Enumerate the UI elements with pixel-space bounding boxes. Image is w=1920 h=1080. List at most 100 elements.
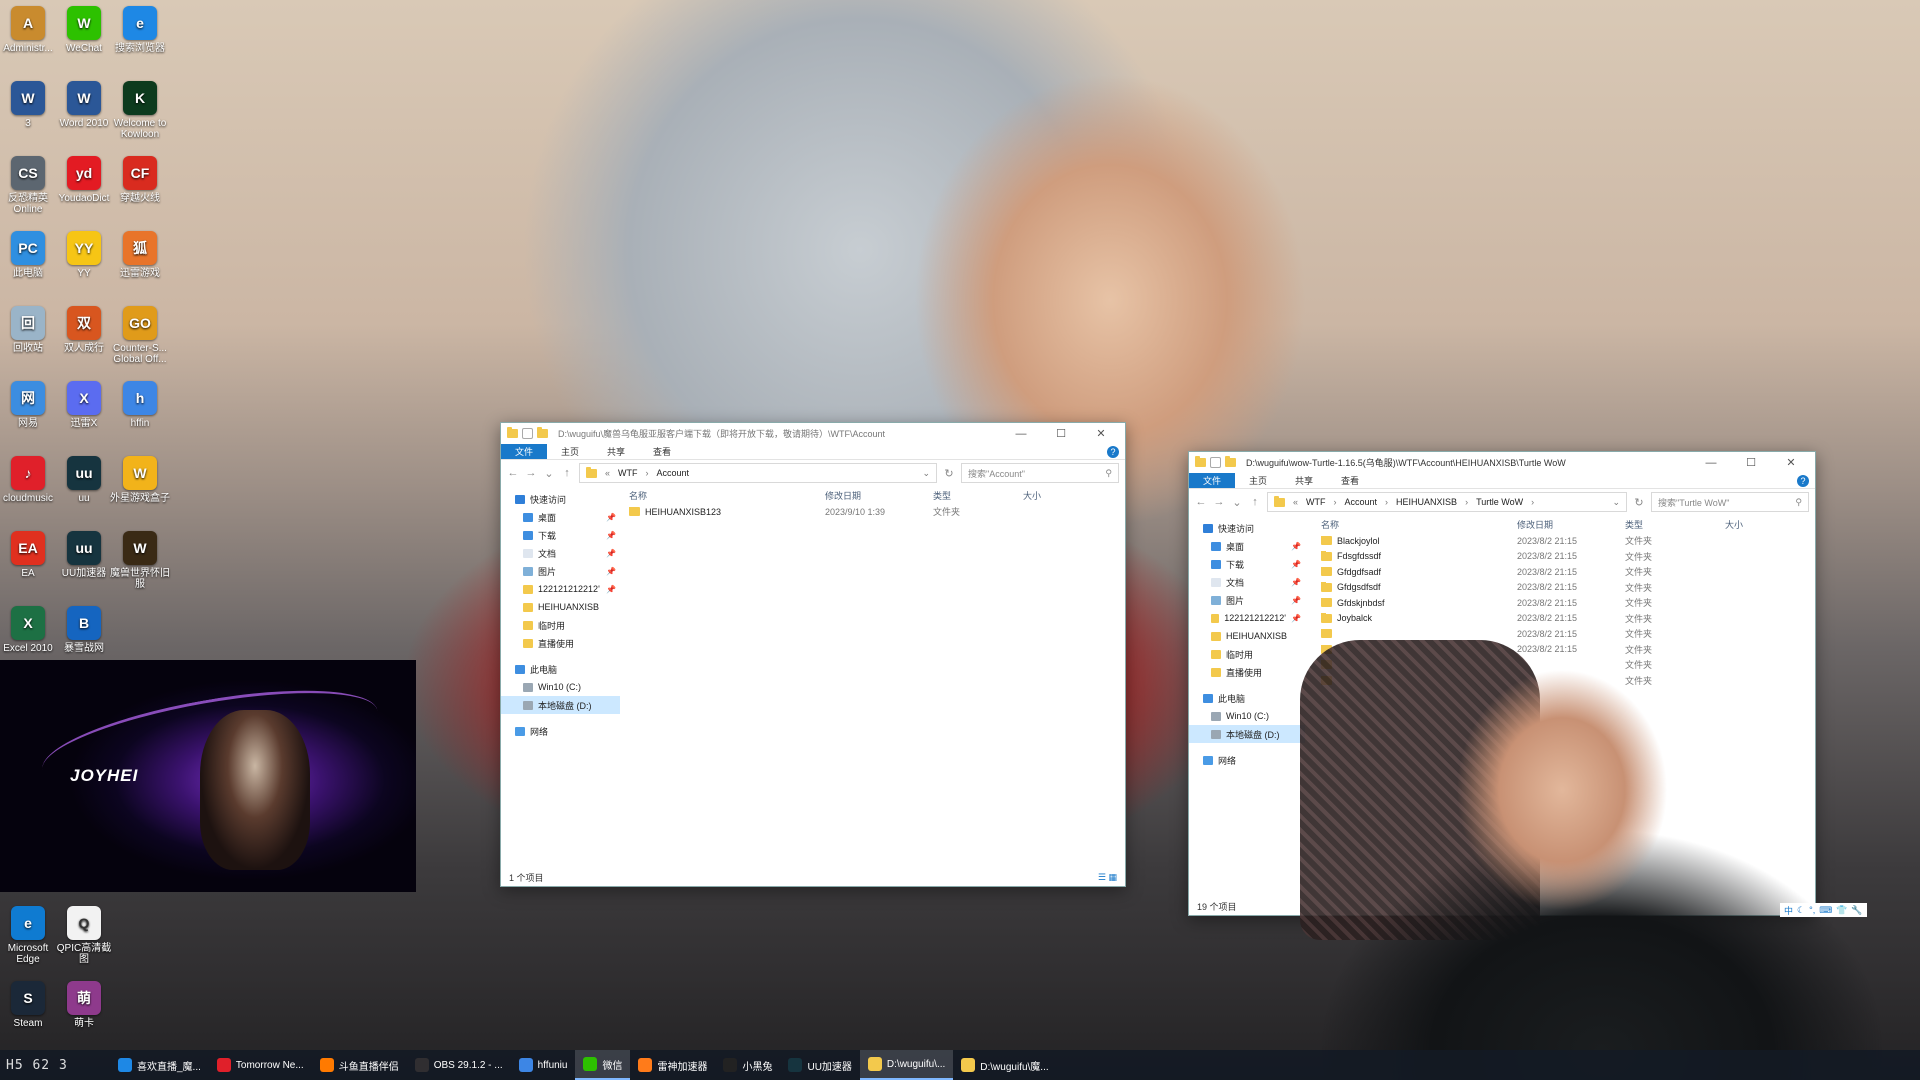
up-icon[interactable]: ↑	[561, 467, 573, 479]
breadcrumb-account[interactable]: Account	[657, 468, 690, 478]
desktop-icon-wechat[interactable]: W WeChat	[54, 2, 114, 54]
file-row[interactable]: HEIHUANXISB123 2023/9/10 1:39 文件夹	[629, 504, 1125, 520]
nav-network[interactable]: 网络	[501, 722, 620, 740]
breadcrumb-account[interactable]: Account	[1345, 497, 1378, 507]
taskbar-item-uu[interactable]: UU加速器	[780, 1050, 859, 1080]
nav-item-item[interactable]: 图片 📌	[501, 562, 620, 580]
tab-share[interactable]: 共享	[593, 444, 639, 459]
tab-view[interactable]: 查看	[1327, 473, 1373, 488]
help-icon[interactable]: ?	[1797, 475, 1809, 487]
tab-file[interactable]: 文件	[1189, 473, 1236, 488]
taskbar-item-item[interactable]: 小黑兔	[715, 1050, 780, 1080]
back-icon[interactable]: ←	[1195, 496, 1207, 508]
desktop-icon-administr[interactable]: A Administr...	[0, 2, 58, 54]
desktop-icon-excel-2010[interactable]: X Excel 2010	[0, 602, 58, 654]
desktop-icon-qpic[interactable]: Q QPIC高清截图	[54, 902, 114, 965]
new-folder-quick-icon[interactable]	[537, 427, 548, 438]
close-icon[interactable]: ✕	[1083, 427, 1119, 440]
taskbar-item-d-wuguifu[interactable]: D:\wuguifu\魔...	[953, 1050, 1056, 1080]
breadcrumb-heihuanxisb[interactable]: HEIHUANXISB	[1396, 497, 1457, 507]
column-type[interactable]: 类型	[1625, 518, 1725, 531]
file-row[interactable]: Fdsgfdssdf 2023/8/2 21:15 文件夹	[1321, 549, 1815, 565]
joyhei-promo-banner[interactable]: JOYHEI	[0, 660, 416, 892]
column-date[interactable]: 修改日期	[825, 489, 933, 502]
desktop-icon-item[interactable]: PC 此电脑	[0, 227, 58, 279]
help-icon[interactable]: ?	[1107, 446, 1119, 458]
file-row[interactable]: Gfdgdfsadf 2023/8/2 21:15 文件夹	[1321, 564, 1815, 580]
file-row[interactable]: Blackjoylol 2023/8/2 21:15 文件夹	[1321, 533, 1815, 549]
desktop-icon-item[interactable]: 回回收站	[0, 302, 58, 354]
desktop-icon-item[interactable]: B 暴雪战网	[54, 602, 114, 654]
nav-item-item[interactable]: 文档 📌	[501, 544, 620, 562]
taskbar-item-tomorrow-ne[interactable]: Tomorrow Ne...	[209, 1050, 312, 1080]
taskbar-item-item[interactable]: 喜欢直播_魔...	[110, 1050, 209, 1080]
window-titlebar[interactable]: D:\wuguifu\wow-Turtle-1.16.5(乌龟服)\WTF\Ac…	[1189, 452, 1815, 473]
column-name[interactable]: 名称	[629, 489, 825, 502]
desktop-icon-steam[interactable]: S Steam	[0, 977, 58, 1029]
new-folder-quick-icon[interactable]	[1225, 456, 1236, 467]
nav-item-item[interactable]: 桌面 📌	[501, 508, 620, 526]
nav-item-item[interactable]: 临时用	[501, 616, 620, 634]
desktop-icon-item[interactable]: 双双人成行	[54, 302, 114, 354]
file-row[interactable]: Joybalck 2023/8/2 21:15 文件夹	[1321, 611, 1815, 627]
nav-this-pc[interactable]: 此电脑	[501, 660, 620, 678]
minimize-icon[interactable]: —	[1003, 428, 1039, 440]
address-bar[interactable]: « WTF › Account › HEIHUANXISB › Turtle W…	[1267, 492, 1627, 512]
desktop-icon-microsoft-edge[interactable]: e Microsoft Edge	[0, 902, 58, 965]
nav-item-122121212212[interactable]: 122121212212' 📌	[1189, 609, 1305, 627]
taskbar-item-item[interactable]: 雷神加速器	[630, 1050, 715, 1080]
breadcrumb-wtf[interactable]: WTF	[1306, 497, 1326, 507]
desktop-icon-youdaodict[interactable]: yd YoudaoDict	[54, 152, 114, 204]
desktop-icon-item[interactable]: W 魔兽世界怀旧服	[110, 527, 170, 590]
desktop-icon-item[interactable]: e 搜索浏览器	[110, 2, 170, 54]
overflow-chevron-icon[interactable]: «	[605, 468, 610, 478]
explorer-window-account[interactable]: D:\wuguifu\魔兽乌龟服亚服客户端下载（即将开放下载，敬请期待）\WTF…	[500, 422, 1126, 887]
dropdown-chevron-icon[interactable]: ⌄	[922, 468, 930, 479]
properties-quick-icon[interactable]	[522, 428, 533, 439]
desktop-icon-word-2010[interactable]: W Word 2010	[54, 77, 114, 129]
nav-item-item[interactable]: 下载 📌	[501, 526, 620, 544]
desktop-icon-item[interactable]: 网网易	[0, 377, 58, 429]
file-row[interactable]: Gfdskjnbdsf 2023/8/2 21:15 文件夹	[1321, 595, 1815, 611]
taskbar-item-d-wuguifu[interactable]: D:\wuguifu\...	[859, 1050, 954, 1080]
breadcrumb-wtf[interactable]: WTF	[618, 468, 638, 478]
tab-home[interactable]: 主页	[1235, 473, 1281, 488]
desktop-icon-welcome-to-kowloon[interactable]: K Welcome to Kowloon	[110, 77, 170, 140]
nav-item-item[interactable]: 桌面 📌	[1189, 537, 1305, 555]
nav-quick-access[interactable]: 快速访问	[501, 490, 620, 508]
column-type[interactable]: 类型	[933, 489, 1023, 502]
desktop-icon-3[interactable]: W3	[0, 77, 58, 129]
desktop-icon-uu[interactable]: uu uu	[54, 452, 114, 504]
desktop-icon-cloudmusic[interactable]: ♪ cloudmusic	[0, 452, 58, 504]
tab-file[interactable]: 文件	[501, 444, 548, 459]
column-size[interactable]: 大小	[1023, 489, 1083, 502]
nav-item-item[interactable]: 下载 📌	[1189, 555, 1305, 573]
column-name[interactable]: 名称	[1321, 518, 1517, 531]
forward-icon[interactable]: →	[1213, 496, 1225, 508]
forward-icon[interactable]: →	[525, 467, 537, 479]
desktop-icon-item[interactable]: 萌萌卡	[54, 977, 114, 1029]
maximize-icon[interactable]: ☐	[1043, 427, 1079, 440]
ime-tray[interactable]: 中 ☾ °, ⌨ 👕 🔧	[1780, 903, 1867, 917]
window-titlebar[interactable]: D:\wuguifu\魔兽乌龟服亚服客户端下载（即将开放下载，敬请期待）\WTF…	[501, 423, 1125, 444]
nav-item-122121212212[interactable]: 122121212212' 📌	[501, 580, 620, 598]
nav-quick-access[interactable]: 快速访问	[1189, 519, 1305, 537]
nav-item-heihuanxisb[interactable]: HEIHUANXISB	[501, 598, 620, 616]
file-list[interactable]: 名称 修改日期 类型 大小 HEIHUANXISB123 2023/9/10 1:…	[629, 486, 1125, 868]
navigation-pane[interactable]: 快速访问 桌面 📌 下载 📌 文档 📌 图片 📌 122121212212' 📌 HEIHUANXIS…	[501, 486, 621, 868]
column-size[interactable]: 大小	[1725, 518, 1785, 531]
maximize-icon[interactable]: ☐	[1733, 456, 1769, 469]
back-icon[interactable]: ←	[507, 467, 519, 479]
address-bar[interactable]: « WTF › Account ⌄	[579, 463, 937, 483]
dropdown-chevron-icon[interactable]: ⌄	[1612, 497, 1620, 508]
nav-drive-c[interactable]: Win10 (C:)	[501, 678, 620, 696]
recent-chevron-icon[interactable]: ⌄	[1231, 496, 1243, 509]
desktop-icon-yy[interactable]: YY YY	[54, 227, 114, 279]
nav-item-item[interactable]: 文档 📌	[1189, 573, 1305, 591]
overflow-chevron-icon[interactable]: «	[1293, 497, 1298, 507]
desktop-icon-ea[interactable]: EA EA	[0, 527, 58, 579]
taskbar-item-obs-29-1-2[interactable]: OBS 29.1.2 - ...	[407, 1050, 511, 1080]
tab-share[interactable]: 共享	[1281, 473, 1327, 488]
minimize-icon[interactable]: —	[1693, 457, 1729, 469]
file-row[interactable]: Gfdgsdfsdf 2023/8/2 21:15 文件夹	[1321, 580, 1815, 596]
